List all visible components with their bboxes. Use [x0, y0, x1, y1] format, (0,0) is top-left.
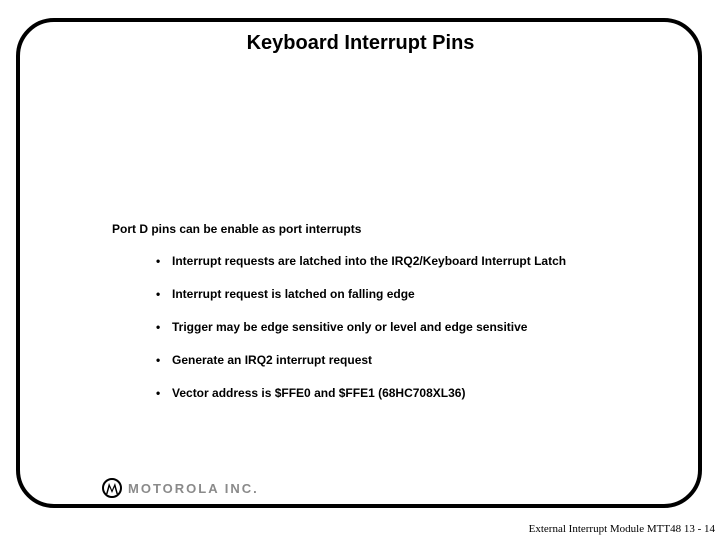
bullet-icon: •	[156, 320, 172, 335]
slide-content: Port D pins can be enable as port interr…	[112, 222, 672, 419]
list-item: •Trigger may be edge sensitive only or l…	[156, 320, 672, 335]
slide-page: Keyboard Interrupt Pins Port D pins can …	[0, 0, 721, 541]
list-item: •Interrupt request is latched on falling…	[156, 287, 672, 302]
slide-title: Keyboard Interrupt Pins	[0, 32, 721, 55]
bullet-text: Generate an IRQ2 interrupt request	[172, 353, 372, 367]
bullet-text: Interrupt request is latched on falling …	[172, 287, 415, 301]
bullet-text: Vector address is $FFE0 and $FFE1 (68HC7…	[172, 386, 465, 400]
list-item: •Generate an IRQ2 interrupt request	[156, 353, 672, 368]
bullet-text: Interrupt requests are latched into the …	[172, 254, 566, 268]
list-item: •Interrupt requests are latched into the…	[156, 254, 672, 269]
content-heading: Port D pins can be enable as port interr…	[112, 222, 672, 236]
list-item: •Vector address is $FFE0 and $FFE1 (68HC…	[156, 386, 672, 401]
motorola-logo: MOTOROLA INC.	[102, 478, 259, 498]
bullet-icon: •	[156, 353, 172, 368]
motorola-logo-text: MOTOROLA INC.	[128, 481, 259, 496]
slide-footer: External Interrupt Module MTT48 13 - 14	[529, 523, 715, 535]
motorola-m-icon	[102, 478, 122, 498]
bullet-icon: •	[156, 254, 172, 269]
bullet-text: Trigger may be edge sensitive only or le…	[172, 320, 527, 334]
bullet-list: •Interrupt requests are latched into the…	[112, 254, 672, 401]
bullet-icon: •	[156, 386, 172, 401]
bullet-icon: •	[156, 287, 172, 302]
